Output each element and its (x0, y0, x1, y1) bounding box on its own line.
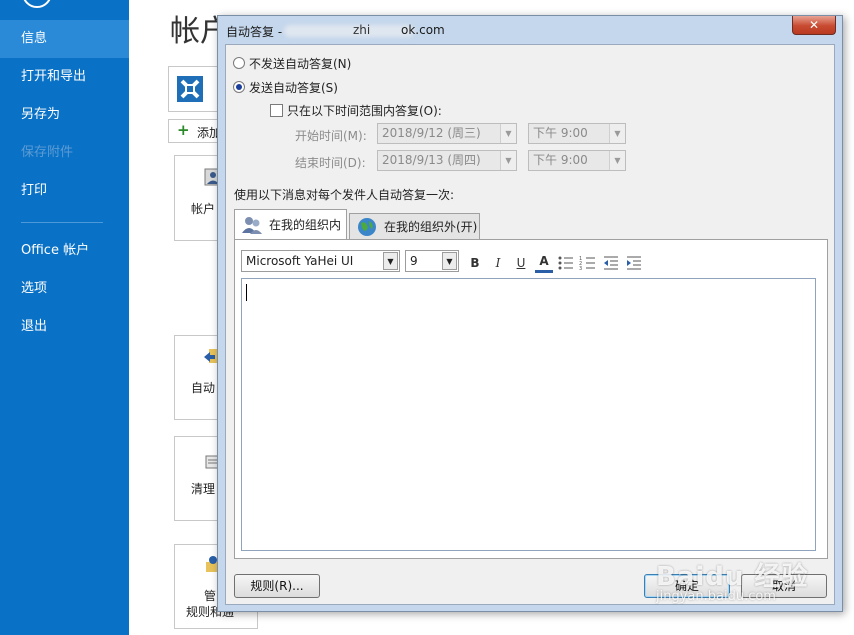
chevron-down-icon: ▼ (609, 124, 625, 143)
font-size-dropdown[interactable]: 9 ▼ (405, 250, 459, 272)
plus-icon: + (177, 121, 190, 139)
dialog-title: 自动答复 - (226, 25, 283, 39)
close-button[interactable]: ✕ (792, 16, 836, 35)
nav-save-attachments: 保存附件 (21, 145, 74, 160)
chevron-down-icon: ▼ (500, 124, 516, 143)
send-option[interactable]: 发送自动答复(S) (233, 79, 338, 95)
time-range-checkbox[interactable] (270, 103, 283, 117)
end-time-label: 结束时间(D): (295, 156, 366, 170)
svg-text:3: 3 (579, 266, 582, 272)
dialog-title-domain: ok.com (401, 23, 445, 37)
nav-exit[interactable]: 退出 (0, 308, 129, 346)
text-caret (246, 284, 247, 301)
font-color-button[interactable]: A (535, 254, 553, 273)
nav-options[interactable]: 选项 (0, 270, 129, 308)
chevron-down-icon: ▼ (500, 151, 516, 170)
auto-replies-dialog: 自动答复 - zhi ok.com ✕ 不发送自动答复(N) 发送自动答复(S)… (217, 15, 843, 612)
rules-button[interactable]: 规则(R)... (234, 574, 320, 598)
nav-office-account[interactable]: Office 帐户 (0, 232, 129, 270)
no-send-radio[interactable] (233, 57, 245, 69)
italic-button[interactable]: I (489, 254, 507, 272)
start-time-label: 开始时间(M): (295, 129, 367, 143)
no-send-option[interactable]: 不发送自动答复(N) (233, 55, 351, 71)
dialog-title-partial: zhi (353, 23, 371, 37)
dialog-body: 不发送自动答复(N) 发送自动答复(S) 只在以下时间范围内答复(O): 开始时… (225, 44, 835, 605)
bold-button[interactable]: B (466, 254, 484, 272)
dialog-titlebar[interactable]: 自动答复 - zhi ok.com ✕ (218, 16, 842, 44)
increase-indent-icon[interactable] (625, 254, 643, 272)
redacted-email (284, 25, 414, 37)
ok-button[interactable]: 确定 (644, 574, 730, 598)
nav-save-as[interactable]: 另存为 (0, 96, 129, 134)
end-time-dropdown[interactable]: 下午 9:00 ▼ (528, 150, 626, 171)
chevron-down-icon: ▼ (383, 252, 398, 270)
globe-icon (358, 217, 376, 236)
chevron-down-icon: ▼ (442, 252, 457, 270)
nav-info[interactable]: 信息 (0, 20, 129, 58)
nav-print[interactable]: 打印 (0, 172, 129, 210)
underline-button[interactable]: U (512, 254, 530, 272)
chevron-down-icon: ▼ (609, 151, 625, 170)
cancel-button[interactable]: 取消 (741, 574, 827, 598)
send-radio[interactable] (233, 81, 245, 93)
people-icon (242, 216, 262, 234)
back-arrow-icon[interactable] (22, 0, 52, 8)
tab-outside-org[interactable]: 在我的组织外(开) (349, 213, 480, 239)
numbered-list-icon[interactable]: 1 2 3 (579, 254, 597, 272)
nav-divider (21, 222, 103, 223)
message-instruction: 使用以下消息对每个发件人自动答复一次: (234, 188, 455, 202)
nav-open-export[interactable]: 打开和导出 (0, 58, 129, 96)
start-date-dropdown[interactable]: 2018/9/12 (周三) ▼ (377, 123, 517, 144)
reply-editor-panel: Microsoft YaHei UI ▼ 9 ▼ B I U A 1 2 3 (234, 239, 828, 559)
decrease-indent-icon[interactable] (602, 254, 620, 272)
time-range-option[interactable]: 只在以下时间范围内答复(O): (270, 102, 442, 118)
start-time-dropdown[interactable]: 下午 9:00 ▼ (528, 123, 626, 144)
font-name-dropdown[interactable]: Microsoft YaHei UI ▼ (241, 250, 400, 272)
reply-message-textarea[interactable] (241, 278, 816, 551)
exchange-icon (177, 76, 203, 102)
tab-inside-org[interactable]: 在我的组织内 (234, 209, 347, 239)
backstage-sidebar: 信息 打开和导出 另存为 保存附件 打印 Office 帐户 选项 退出 (0, 0, 129, 635)
bullet-list-icon[interactable] (557, 254, 575, 272)
end-date-dropdown[interactable]: 2018/9/13 (周四) ▼ (377, 150, 517, 171)
